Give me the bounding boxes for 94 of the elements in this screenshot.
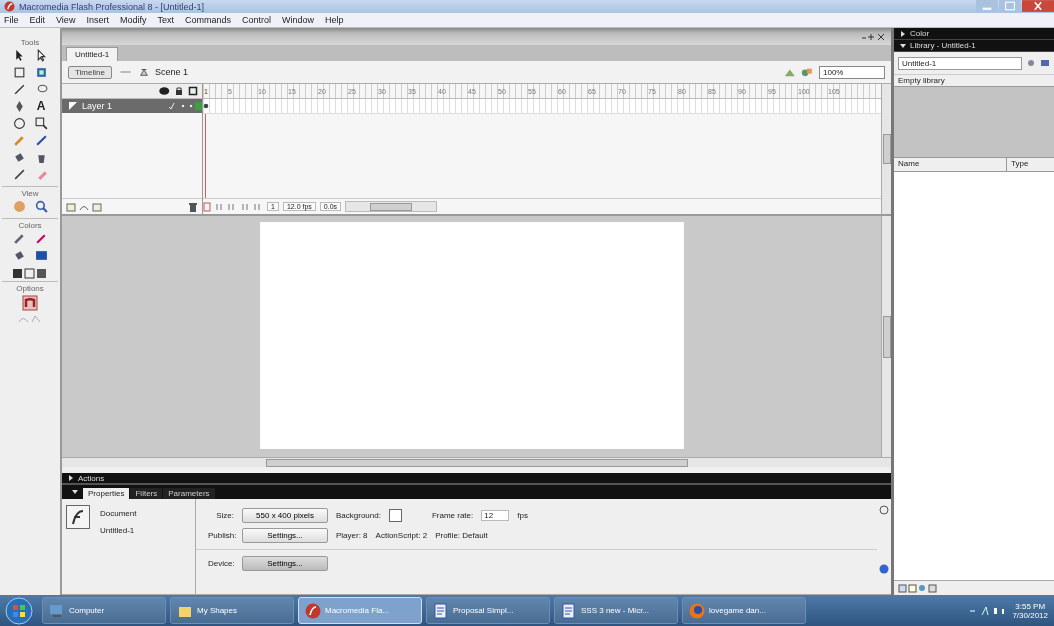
document-type: Document bbox=[100, 509, 137, 518]
actionscript-version: ActionScript: 2 bbox=[375, 530, 428, 540]
timeline-scrollbar[interactable] bbox=[345, 201, 438, 212]
menu-item[interactable]: Commands bbox=[184, 15, 231, 25]
color-swap-icons[interactable] bbox=[11, 267, 49, 279]
layer-row[interactable]: Layer 1 bbox=[62, 99, 202, 113]
menu-item[interactable]: Edit bbox=[29, 15, 46, 25]
edit-symbol-icon[interactable] bbox=[801, 67, 813, 77]
menu-item[interactable]: File bbox=[4, 15, 19, 25]
device-label: Device: bbox=[208, 558, 234, 568]
taskbar-button[interactable]: lovegame dan... bbox=[682, 597, 806, 624]
document-name: Untitled-1 bbox=[100, 526, 136, 535]
background-label: Background: bbox=[336, 510, 381, 520]
document-icon bbox=[433, 602, 449, 619]
size-label: Size: bbox=[215, 510, 234, 520]
stage-horizontal-scrollbar[interactable] bbox=[62, 457, 891, 467]
layer-state-icons[interactable] bbox=[168, 101, 202, 111]
menu-item[interactable]: Text bbox=[157, 15, 174, 25]
scene-label[interactable]: Scene 1 bbox=[154, 67, 188, 77]
publish-label: Publish: bbox=[208, 530, 234, 540]
expand-arrow-icon bbox=[900, 30, 906, 37]
rect-tool-icon[interactable] bbox=[12, 66, 26, 79]
menu-item[interactable]: View bbox=[56, 15, 76, 25]
layer-icon bbox=[68, 101, 78, 111]
start-button-icon[interactable] bbox=[4, 595, 34, 626]
menu-item[interactable]: Window bbox=[281, 15, 314, 25]
flash-document-icon bbox=[66, 505, 90, 529]
transform-tool-icon[interactable] bbox=[34, 66, 48, 79]
zoom-tool-icon[interactable] bbox=[34, 117, 48, 130]
close-icon[interactable] bbox=[1022, 0, 1054, 12]
library-panel-header[interactable]: Library - Untitled-1 bbox=[894, 40, 1054, 52]
text-tool[interactable]: A bbox=[36, 100, 46, 113]
panel-tab[interactable]: Properties bbox=[83, 488, 130, 499]
document-tab[interactable]: Untitled-1 bbox=[66, 47, 119, 61]
timeline-button[interactable]: Timeline bbox=[68, 65, 112, 79]
taskbar-button[interactable]: My Shapes bbox=[170, 597, 294, 624]
menu-item[interactable]: Help bbox=[325, 15, 344, 25]
clock-time: 3:55 PM bbox=[1015, 601, 1046, 611]
collapse-arrow-icon bbox=[900, 42, 906, 49]
actions-panel-header[interactable]: Actions bbox=[62, 473, 891, 483]
color-panel-header[interactable]: Color bbox=[894, 28, 1054, 40]
magnet-icon[interactable] bbox=[22, 295, 38, 311]
globe-icon bbox=[689, 602, 705, 619]
window-title: Macromedia Flash Professional 8 - [Untitled-1] bbox=[19, 1, 205, 12]
zoom-dropdown[interactable]: 100% bbox=[819, 65, 885, 79]
outline-icon[interactable] bbox=[188, 86, 198, 96]
menu-item[interactable]: Control bbox=[241, 15, 271, 25]
line-tool-icon[interactable] bbox=[12, 83, 26, 96]
fill-color-icon[interactable] bbox=[34, 232, 48, 245]
view-label: View bbox=[2, 186, 58, 198]
eye-icon[interactable] bbox=[157, 86, 170, 96]
panel-controls-icon[interactable] bbox=[861, 32, 885, 41]
library-tools-icon[interactable] bbox=[898, 583, 938, 593]
taskbar-button[interactable]: Computer bbox=[42, 597, 166, 624]
lock-icon[interactable] bbox=[174, 86, 184, 96]
library-dropdown[interactable]: Untitled-1 bbox=[898, 56, 1022, 70]
background-color-swatch[interactable] bbox=[388, 508, 402, 522]
scene-icon bbox=[138, 67, 149, 77]
color-swatch-icon[interactable] bbox=[34, 249, 48, 262]
taskbar-button[interactable]: SSS 3 new - Micr... bbox=[554, 597, 678, 624]
taskbar-button[interactable]: Proposal Simpl... bbox=[426, 597, 550, 624]
brush-tool-icon[interactable] bbox=[34, 134, 48, 147]
menu-item[interactable]: Insert bbox=[86, 15, 109, 25]
player-version: Player: 8 bbox=[336, 530, 368, 540]
panel-tab[interactable]: Filters bbox=[130, 488, 163, 499]
flash-logo-icon bbox=[4, 1, 15, 12]
tools-label: Tools bbox=[20, 38, 40, 47]
zoom-icon[interactable] bbox=[34, 200, 48, 213]
oval-tool-icon[interactable] bbox=[12, 117, 26, 130]
stroke-color-icon[interactable] bbox=[12, 232, 26, 245]
stage-vertical-scrollbar[interactable] bbox=[881, 216, 891, 457]
expand-arrow-icon bbox=[68, 475, 74, 481]
flash-icon bbox=[305, 602, 321, 619]
profile-label: Profile: Default bbox=[435, 530, 488, 540]
document-icon bbox=[561, 602, 577, 619]
frame-rate-label: Frame rate: bbox=[431, 510, 474, 520]
menu-item[interactable]: Modify bbox=[119, 15, 147, 25]
publish-settings-button[interactable]: Settings... bbox=[242, 527, 328, 543]
collapse-arrow-icon[interactable] bbox=[72, 489, 78, 495]
trash-icon[interactable] bbox=[188, 201, 198, 212]
computer-icon bbox=[49, 602, 65, 619]
colors-label: Colors bbox=[2, 218, 58, 230]
size-button[interactable]: 550 x 400 pixels bbox=[242, 507, 328, 523]
fps-label: fps bbox=[517, 510, 528, 520]
device-settings-button[interactable]: Settings... bbox=[242, 555, 328, 571]
options-label: Options bbox=[2, 281, 58, 293]
timeline-vertical-scrollbar[interactable] bbox=[881, 84, 891, 214]
panel-tab[interactable]: Parameters bbox=[163, 488, 215, 499]
frame-rate-field[interactable]: 12 bbox=[481, 509, 510, 521]
column-header[interactable]: Name bbox=[894, 158, 1007, 171]
clock-date: 7/30/2012 bbox=[1012, 610, 1048, 620]
add-layer-icon[interactable] bbox=[66, 201, 102, 212]
column-header[interactable]: Type bbox=[1007, 158, 1033, 171]
keyframe-icon bbox=[203, 103, 209, 109]
